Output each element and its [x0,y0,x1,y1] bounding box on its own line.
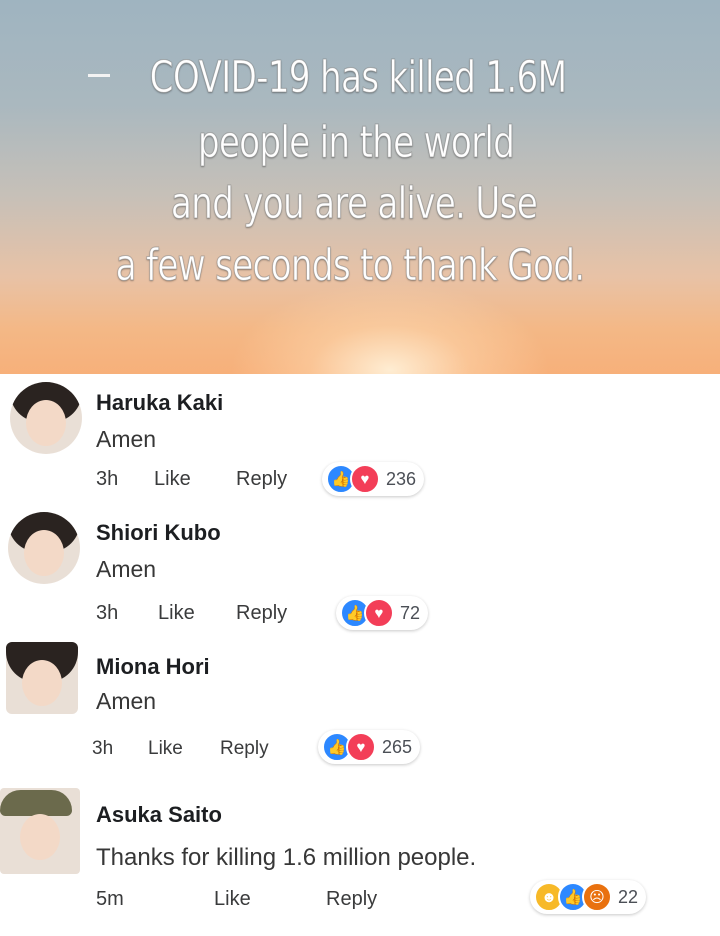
commenter-name[interactable]: Miona Hori [96,654,210,680]
love-icon: ♥ [364,598,394,628]
comment: Shiori Kubo Amen 3h Like Reply 👍 ♥ 72 [0,508,720,638]
comment: Haruka Kaki Amen 3h Like Reply 👍 ♥ 236 [0,374,720,504]
comment-text: Thanks for killing 1.6 million people. [96,844,477,871]
comment-time[interactable]: 3h [92,738,113,760]
love-icon: ♥ [350,464,380,494]
reply-button[interactable]: Reply [236,602,287,625]
commenter-name[interactable]: Asuka Saito [96,802,222,828]
commenter-name[interactable]: Haruka Kaki [96,390,223,416]
headline-line-4: a few seconds to thank God. [115,240,585,292]
comment: Asuka Saito Thanks for killing 1.6 milli… [0,782,720,936]
post-image: COVID-19 has killed 1.6M people in the w… [0,0,720,374]
reply-button[interactable]: Reply [326,888,377,911]
comment-time[interactable]: 3h [96,602,118,625]
avatar[interactable] [0,788,80,874]
reaction-count: 265 [382,736,413,757]
commenter-name[interactable]: Shiori Kubo [96,520,221,546]
love-icon: ♥ [346,732,376,762]
reaction-count: 72 [400,602,421,623]
headline-line-1: COVID-19 has killed 1.6M [149,52,567,104]
avatar[interactable] [8,512,80,584]
avatar[interactable] [6,642,78,714]
reply-button[interactable]: Reply [236,468,287,491]
headline-line-3: and you are alive. Use [170,178,539,230]
reaction-summary[interactable]: ☻ 👍 ☹ 22 [530,880,647,914]
comment-text: Amen [96,688,157,714]
like-button[interactable]: Like [158,602,195,625]
reaction-summary[interactable]: 👍 ♥ 236 [322,462,425,496]
sun-glow [230,280,550,374]
headline-line-2: people in the world [197,117,515,169]
like-button[interactable]: Like [148,738,183,760]
comment-text: Amen [96,426,157,452]
comment: Miona Hori Amen 3h Like Reply 👍 ♥ 265 [0,640,720,780]
reply-button[interactable]: Reply [220,738,269,760]
reaction-summary[interactable]: 👍 ♥ 265 [318,730,421,764]
avatar[interactable] [10,382,82,454]
like-button[interactable]: Like [214,888,251,911]
comment-time[interactable]: 5m [96,888,124,911]
comment-time[interactable]: 3h [96,468,118,491]
comment-text: Amen [96,556,157,582]
reaction-summary[interactable]: 👍 ♥ 72 [336,596,429,630]
reaction-count: 22 [618,886,639,907]
like-button[interactable]: Like [154,468,191,491]
angry-icon: ☹ [582,882,612,912]
reaction-count: 236 [386,468,417,489]
